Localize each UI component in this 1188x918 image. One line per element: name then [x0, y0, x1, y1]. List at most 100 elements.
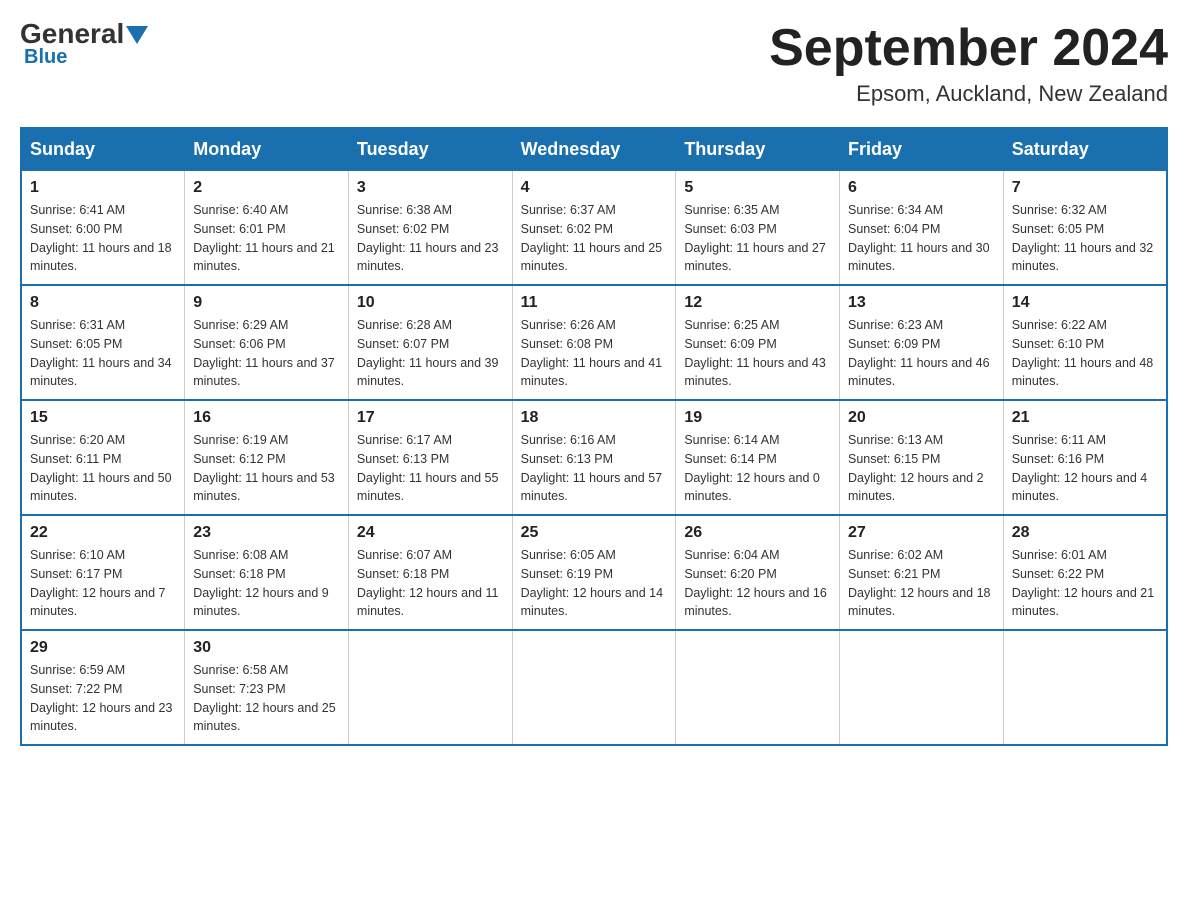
table-row: 10 Sunrise: 6:28 AM Sunset: 6:07 PM Dayl…: [348, 285, 512, 400]
day-info: Sunrise: 6:16 AM Sunset: 6:13 PM Dayligh…: [521, 431, 668, 506]
table-row: 24 Sunrise: 6:07 AM Sunset: 6:18 PM Dayl…: [348, 515, 512, 630]
month-title: September 2024: [769, 20, 1168, 77]
day-info: Sunrise: 6:38 AM Sunset: 6:02 PM Dayligh…: [357, 201, 504, 276]
day-number: 26: [684, 524, 831, 542]
logo-text-general: General: [20, 20, 124, 48]
day-number: 4: [521, 179, 668, 197]
table-row: 13 Sunrise: 6:23 AM Sunset: 6:09 PM Dayl…: [840, 285, 1004, 400]
day-info: Sunrise: 6:25 AM Sunset: 6:09 PM Dayligh…: [684, 316, 831, 391]
day-info: Sunrise: 6:02 AM Sunset: 6:21 PM Dayligh…: [848, 546, 995, 621]
day-info: Sunrise: 6:10 AM Sunset: 6:17 PM Dayligh…: [30, 546, 176, 621]
day-info: Sunrise: 6:13 AM Sunset: 6:15 PM Dayligh…: [848, 431, 995, 506]
location: Epsom, Auckland, New Zealand: [769, 81, 1168, 107]
table-row: 8 Sunrise: 6:31 AM Sunset: 6:05 PM Dayli…: [21, 285, 185, 400]
week-row-2: 8 Sunrise: 6:31 AM Sunset: 6:05 PM Dayli…: [21, 285, 1167, 400]
day-number: 29: [30, 639, 176, 657]
table-row: 30 Sunrise: 6:58 AM Sunset: 7:23 PM Dayl…: [185, 630, 349, 745]
day-info: Sunrise: 6:19 AM Sunset: 6:12 PM Dayligh…: [193, 431, 340, 506]
day-number: 17: [357, 409, 504, 427]
day-number: 16: [193, 409, 340, 427]
table-row: [840, 630, 1004, 745]
table-row: 1 Sunrise: 6:41 AM Sunset: 6:00 PM Dayli…: [21, 171, 185, 286]
table-row: [348, 630, 512, 745]
table-row: 16 Sunrise: 6:19 AM Sunset: 6:12 PM Dayl…: [185, 400, 349, 515]
day-info: Sunrise: 6:22 AM Sunset: 6:10 PM Dayligh…: [1012, 316, 1158, 391]
calendar-table: Sunday Monday Tuesday Wednesday Thursday…: [20, 127, 1168, 746]
week-row-5: 29 Sunrise: 6:59 AM Sunset: 7:22 PM Dayl…: [21, 630, 1167, 745]
day-number: 19: [684, 409, 831, 427]
day-number: 12: [684, 294, 831, 312]
page-header: General Blue September 2024 Epsom, Auckl…: [20, 20, 1168, 107]
table-row: 6 Sunrise: 6:34 AM Sunset: 6:04 PM Dayli…: [840, 171, 1004, 286]
table-row: 7 Sunrise: 6:32 AM Sunset: 6:05 PM Dayli…: [1003, 171, 1167, 286]
day-info: Sunrise: 6:28 AM Sunset: 6:07 PM Dayligh…: [357, 316, 504, 391]
col-wednesday: Wednesday: [512, 128, 676, 171]
calendar-header-row: Sunday Monday Tuesday Wednesday Thursday…: [21, 128, 1167, 171]
day-number: 28: [1012, 524, 1158, 542]
table-row: 12 Sunrise: 6:25 AM Sunset: 6:09 PM Dayl…: [676, 285, 840, 400]
day-number: 15: [30, 409, 176, 427]
day-info: Sunrise: 6:40 AM Sunset: 6:01 PM Dayligh…: [193, 201, 340, 276]
table-row: [1003, 630, 1167, 745]
day-number: 20: [848, 409, 995, 427]
day-info: Sunrise: 6:17 AM Sunset: 6:13 PM Dayligh…: [357, 431, 504, 506]
col-saturday: Saturday: [1003, 128, 1167, 171]
day-info: Sunrise: 6:58 AM Sunset: 7:23 PM Dayligh…: [193, 661, 340, 736]
table-row: 9 Sunrise: 6:29 AM Sunset: 6:06 PM Dayli…: [185, 285, 349, 400]
col-thursday: Thursday: [676, 128, 840, 171]
day-info: Sunrise: 6:08 AM Sunset: 6:18 PM Dayligh…: [193, 546, 340, 621]
table-row: 17 Sunrise: 6:17 AM Sunset: 6:13 PM Dayl…: [348, 400, 512, 515]
table-row: 28 Sunrise: 6:01 AM Sunset: 6:22 PM Dayl…: [1003, 515, 1167, 630]
col-monday: Monday: [185, 128, 349, 171]
day-number: 1: [30, 179, 176, 197]
logo-arrow-icon: [126, 26, 148, 44]
day-info: Sunrise: 6:07 AM Sunset: 6:18 PM Dayligh…: [357, 546, 504, 621]
table-row: 27 Sunrise: 6:02 AM Sunset: 6:21 PM Dayl…: [840, 515, 1004, 630]
day-number: 21: [1012, 409, 1158, 427]
day-number: 23: [193, 524, 340, 542]
table-row: [676, 630, 840, 745]
table-row: 14 Sunrise: 6:22 AM Sunset: 6:10 PM Dayl…: [1003, 285, 1167, 400]
day-info: Sunrise: 6:05 AM Sunset: 6:19 PM Dayligh…: [521, 546, 668, 621]
title-section: September 2024 Epsom, Auckland, New Zeal…: [769, 20, 1168, 107]
table-row: 3 Sunrise: 6:38 AM Sunset: 6:02 PM Dayli…: [348, 171, 512, 286]
day-info: Sunrise: 6:11 AM Sunset: 6:16 PM Dayligh…: [1012, 431, 1158, 506]
day-info: Sunrise: 6:23 AM Sunset: 6:09 PM Dayligh…: [848, 316, 995, 391]
table-row: [512, 630, 676, 745]
day-number: 5: [684, 179, 831, 197]
table-row: 11 Sunrise: 6:26 AM Sunset: 6:08 PM Dayl…: [512, 285, 676, 400]
week-row-4: 22 Sunrise: 6:10 AM Sunset: 6:17 PM Dayl…: [21, 515, 1167, 630]
day-number: 30: [193, 639, 340, 657]
table-row: 20 Sunrise: 6:13 AM Sunset: 6:15 PM Dayl…: [840, 400, 1004, 515]
table-row: 29 Sunrise: 6:59 AM Sunset: 7:22 PM Dayl…: [21, 630, 185, 745]
day-number: 8: [30, 294, 176, 312]
day-number: 27: [848, 524, 995, 542]
day-info: Sunrise: 6:20 AM Sunset: 6:11 PM Dayligh…: [30, 431, 176, 506]
day-info: Sunrise: 6:14 AM Sunset: 6:14 PM Dayligh…: [684, 431, 831, 506]
logo-text-blue: Blue: [24, 46, 67, 69]
week-row-1: 1 Sunrise: 6:41 AM Sunset: 6:00 PM Dayli…: [21, 171, 1167, 286]
day-info: Sunrise: 6:34 AM Sunset: 6:04 PM Dayligh…: [848, 201, 995, 276]
day-info: Sunrise: 6:01 AM Sunset: 6:22 PM Dayligh…: [1012, 546, 1158, 621]
day-info: Sunrise: 6:04 AM Sunset: 6:20 PM Dayligh…: [684, 546, 831, 621]
day-number: 14: [1012, 294, 1158, 312]
col-sunday: Sunday: [21, 128, 185, 171]
day-number: 11: [521, 294, 668, 312]
day-number: 2: [193, 179, 340, 197]
col-friday: Friday: [840, 128, 1004, 171]
logo: General Blue: [20, 20, 148, 69]
day-number: 9: [193, 294, 340, 312]
table-row: 4 Sunrise: 6:37 AM Sunset: 6:02 PM Dayli…: [512, 171, 676, 286]
week-row-3: 15 Sunrise: 6:20 AM Sunset: 6:11 PM Dayl…: [21, 400, 1167, 515]
day-number: 13: [848, 294, 995, 312]
day-info: Sunrise: 6:59 AM Sunset: 7:22 PM Dayligh…: [30, 661, 176, 736]
table-row: 18 Sunrise: 6:16 AM Sunset: 6:13 PM Dayl…: [512, 400, 676, 515]
day-info: Sunrise: 6:32 AM Sunset: 6:05 PM Dayligh…: [1012, 201, 1158, 276]
day-number: 24: [357, 524, 504, 542]
day-info: Sunrise: 6:35 AM Sunset: 6:03 PM Dayligh…: [684, 201, 831, 276]
table-row: 2 Sunrise: 6:40 AM Sunset: 6:01 PM Dayli…: [185, 171, 349, 286]
table-row: 21 Sunrise: 6:11 AM Sunset: 6:16 PM Dayl…: [1003, 400, 1167, 515]
day-number: 3: [357, 179, 504, 197]
day-info: Sunrise: 6:26 AM Sunset: 6:08 PM Dayligh…: [521, 316, 668, 391]
table-row: 19 Sunrise: 6:14 AM Sunset: 6:14 PM Dayl…: [676, 400, 840, 515]
